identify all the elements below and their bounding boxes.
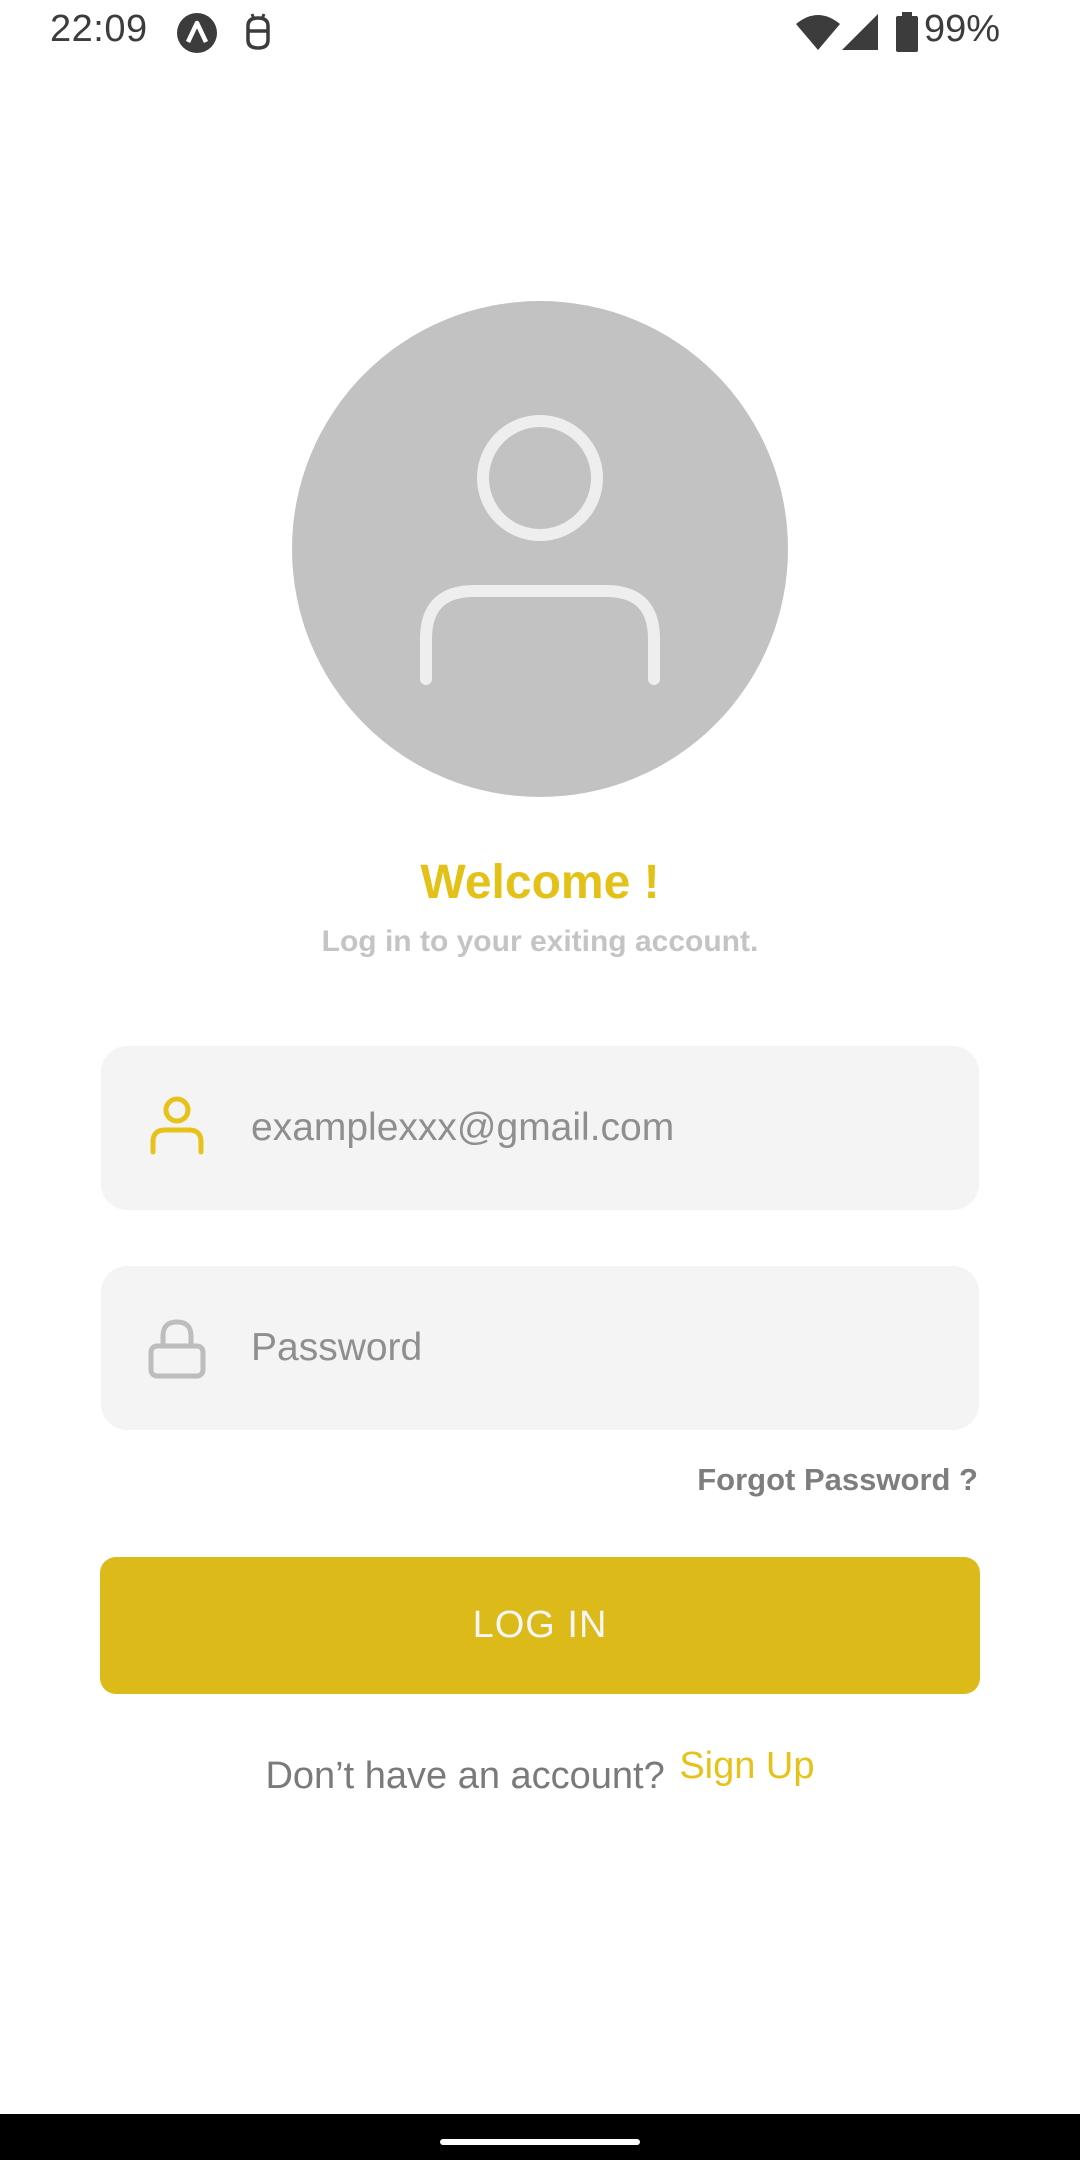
user-icon [150,1096,204,1155]
password-field-container [101,1266,979,1430]
user-placeholder-icon [420,415,660,685]
email-field-container [101,1046,979,1210]
forgot-password-link[interactable]: Forgot Password ? [697,1462,978,1498]
battery-icon [896,12,918,52]
password-input[interactable] [251,1306,941,1390]
battery-percent: 99% [923,8,1000,50]
welcome-subtitle: Log in to your exiting account. [321,925,759,958]
welcome-title: Welcome ! [420,856,660,909]
status-bar: 22:09 99% [0,0,1080,66]
signal-icon [842,14,878,50]
navigation-bar [0,2114,1080,2160]
home-handle[interactable] [440,2139,640,2145]
avatar [292,301,788,797]
lock-icon [148,1319,206,1379]
signup-prompt: Don’t have an account? [265,1755,665,1797]
login-button[interactable]: LOG IN [100,1557,980,1694]
email-input[interactable] [251,1086,941,1170]
wifi-icon [796,15,840,50]
signup-row: Don’t have an account? Sign Up [0,1745,1080,1798]
signup-link[interactable]: Sign Up [679,1745,814,1787]
status-time: 22:09 [50,8,148,50]
android-debug-icon [246,13,270,50]
app-a-icon [177,13,217,53]
